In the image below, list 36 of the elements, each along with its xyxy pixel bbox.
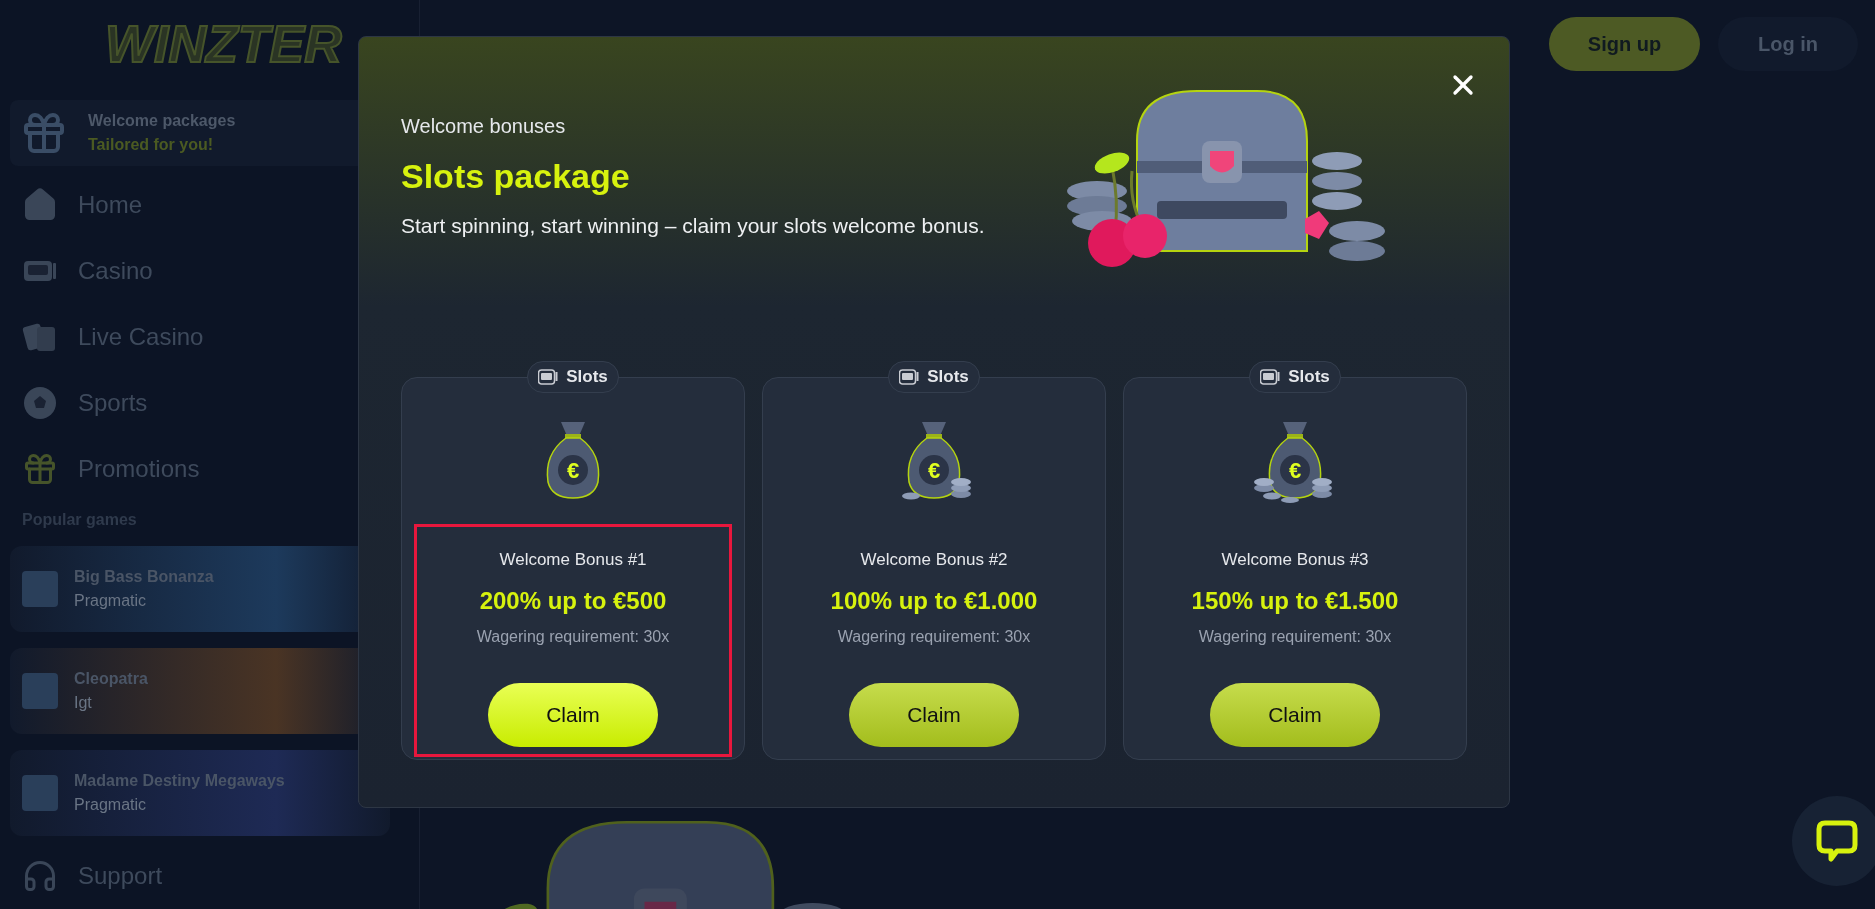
bonus-title: Welcome Bonus #1 xyxy=(499,549,647,571)
headset-icon xyxy=(22,858,58,894)
claim-button[interactable]: Claim xyxy=(849,682,1019,747)
slot-machine-icon xyxy=(899,369,920,385)
chat-bubble-icon xyxy=(1815,819,1859,863)
bonus-title: Welcome Bonus #3 xyxy=(1221,549,1369,571)
wagering-text: Wagering requirement: 30x xyxy=(476,626,670,647)
claim-button[interactable]: Claim xyxy=(1210,682,1380,747)
log-in-button[interactable]: Log in xyxy=(1718,17,1858,71)
sign-up-button[interactable]: Sign up xyxy=(1549,17,1700,71)
category-tag: Slots xyxy=(888,361,980,393)
claim-button[interactable]: Claim xyxy=(488,682,658,747)
game-thumbnail xyxy=(22,775,58,811)
wagering-text: Wagering requirement: 30x xyxy=(1198,626,1392,647)
wagering-text: Wagering requirement: 30x xyxy=(837,626,1031,647)
game-thumbnail xyxy=(22,673,58,709)
game-provider: Igt xyxy=(74,693,93,713)
bonus-amount: 200% up to €500 xyxy=(479,585,667,616)
game-provider: Pragmatic xyxy=(74,795,148,815)
gift-icon xyxy=(22,451,58,487)
category-tag: Slots xyxy=(1249,361,1341,393)
modal-description: Start spinning, start winning – claim your slots welcome bonus. xyxy=(401,213,986,239)
game-title: Cleopatra xyxy=(74,669,149,689)
promo-title: Welcome packages xyxy=(88,111,236,131)
logo[interactable]: WINZTER xyxy=(105,18,342,70)
game-thumbnail xyxy=(22,571,58,607)
promo-subtitle: Tailored for you! xyxy=(88,135,215,155)
game-provider: Pragmatic xyxy=(74,591,148,611)
bonus-title: Welcome Bonus #2 xyxy=(860,549,1008,571)
slot-machine-icon xyxy=(1260,369,1281,385)
soccer-ball-icon xyxy=(22,385,58,421)
bonus-amount: 100% up to €1.000 xyxy=(830,585,1038,616)
bonus-amount: 150% up to €1.500 xyxy=(1191,585,1399,616)
slot-machine-icon xyxy=(538,369,559,385)
category-tag: Slots xyxy=(527,361,619,393)
home-icon xyxy=(22,187,58,223)
